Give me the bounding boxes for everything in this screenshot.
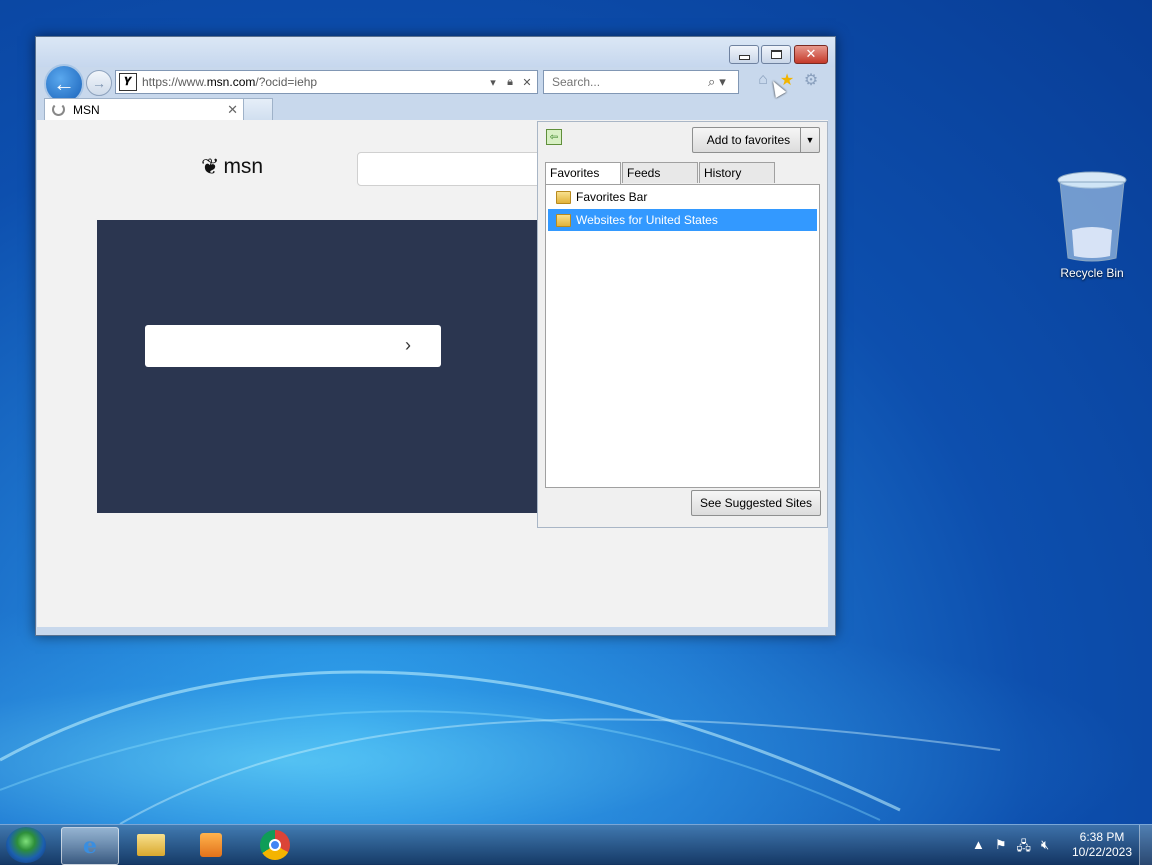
favorites-list: Favorites Bar Websites for United States	[545, 184, 820, 488]
clock-time: 6:38 PM	[1079, 830, 1125, 844]
favorites-center: ⇦ Add to favorites ▼ Favorites Feeds His…	[537, 121, 828, 528]
chevron-right-icon[interactable]: ›	[405, 335, 411, 356]
close-icon: ✕	[805, 47, 817, 62]
gear-icon[interactable]: ⚙	[802, 71, 820, 89]
search-icon[interactable]: ⌕	[708, 74, 715, 90]
site-favicon-icon: 𝒀	[119, 73, 137, 91]
minimize-icon	[738, 54, 750, 60]
msn-search-box[interactable]	[357, 152, 559, 186]
recycle-bin-label: Recycle Bin	[1060, 266, 1124, 280]
hero-panel: ›	[97, 220, 557, 513]
list-item-label: Favorites Bar	[576, 190, 648, 204]
tab-close-icon[interactable]: ✕	[227, 102, 238, 118]
clock[interactable]: 6:38 PM 10/22/2023	[1068, 830, 1136, 860]
tab-history[interactable]: History	[699, 162, 775, 183]
show-hidden-icons-icon[interactable]: ▲	[972, 837, 985, 859]
favorites-tabs: Favorites Feeds History	[545, 162, 776, 185]
taskbar-chrome-icon[interactable]	[247, 827, 303, 863]
volume-muted-icon[interactable]: 🔇︎	[1041, 837, 1049, 859]
forward-arrow-icon: →	[92, 75, 106, 91]
search-input[interactable]	[550, 74, 704, 90]
lock-icon[interactable]: 🔒︎	[503, 76, 517, 89]
command-icons: ⌂ ★ ⚙	[754, 71, 820, 89]
pin-favorites-center-icon[interactable]: ⇦	[546, 129, 562, 145]
taskbar-media-player-icon[interactable]	[183, 827, 239, 863]
title-bar[interactable]	[36, 37, 835, 67]
recycle-bin[interactable]: Recycle Bin	[1052, 170, 1132, 280]
recycle-bin-icon	[1056, 170, 1128, 262]
new-tab-button[interactable]	[243, 98, 273, 120]
url-suffix: /?ocid=iehp	[255, 75, 318, 89]
url-prefix: https://www.	[142, 75, 207, 89]
list-item[interactable]: Favorites Bar	[548, 186, 817, 208]
folder-icon	[556, 190, 571, 204]
tab-title: MSN	[73, 102, 100, 117]
add-to-favorites-label: Add to favorites	[706, 133, 791, 147]
search-box[interactable]: ⌕ ▾	[543, 70, 739, 94]
show-desktop-button[interactable]	[1139, 825, 1152, 865]
maximize-button[interactable]	[761, 45, 791, 64]
system-tray: ▲ ⚑ 🖧︎ 🔇︎	[972, 837, 1049, 859]
see-suggested-sites-button[interactable]: See Suggested Sites	[691, 490, 821, 516]
msn-logo-text: msn	[223, 155, 264, 178]
add-favorites-dropdown-icon[interactable]: ▼	[800, 128, 819, 152]
list-item[interactable]: Websites for United States	[548, 209, 817, 231]
search-dropdown-icon[interactable]: ▾	[719, 74, 726, 90]
loading-spinner-icon	[52, 103, 65, 116]
tab-msn[interactable]: MSN ✕	[44, 98, 244, 120]
clock-date: 10/22/2023	[1071, 845, 1133, 859]
hero-input[interactable]: ›	[145, 325, 441, 367]
tab-feeds[interactable]: Feeds	[622, 162, 698, 183]
add-to-favorites-button[interactable]: Add to favorites ▼	[692, 127, 820, 153]
tab-favorites[interactable]: Favorites	[545, 162, 621, 185]
action-center-flag-icon[interactable]: ⚑	[995, 837, 1007, 859]
taskbar: e ▲ ⚑ 🖧︎ 🔇︎ 6:38 PM 10/22/2023	[0, 824, 1152, 865]
folder-icon	[556, 213, 571, 227]
butterfly-icon: ❦	[201, 154, 220, 179]
msn-logo[interactable]: ❦ msn	[201, 154, 263, 180]
taskbar-ie-icon[interactable]: e	[61, 827, 119, 865]
network-icon[interactable]: 🖧︎	[1017, 837, 1032, 859]
address-dropdown-icon[interactable]: ▾	[486, 76, 500, 89]
list-item-label: Websites for United States	[576, 213, 718, 227]
close-button[interactable]: ✕	[794, 45, 828, 64]
url-domain: msn.com	[206, 75, 256, 89]
minimize-button[interactable]	[729, 45, 759, 64]
forward-button[interactable]: →	[86, 70, 112, 96]
maximize-icon	[770, 50, 782, 59]
back-arrow-icon: ←	[53, 71, 75, 96]
stop-icon[interactable]: ✕	[520, 76, 534, 89]
address-url[interactable]: https://www.msn.com/?ocid=iehp	[142, 75, 486, 89]
address-bar[interactable]: 𝒀 https://www.msn.com/?ocid=iehp ▾ 🔒︎ ✕	[115, 70, 538, 94]
start-button[interactable]	[6, 827, 46, 863]
taskbar-explorer-icon[interactable]	[123, 827, 179, 863]
